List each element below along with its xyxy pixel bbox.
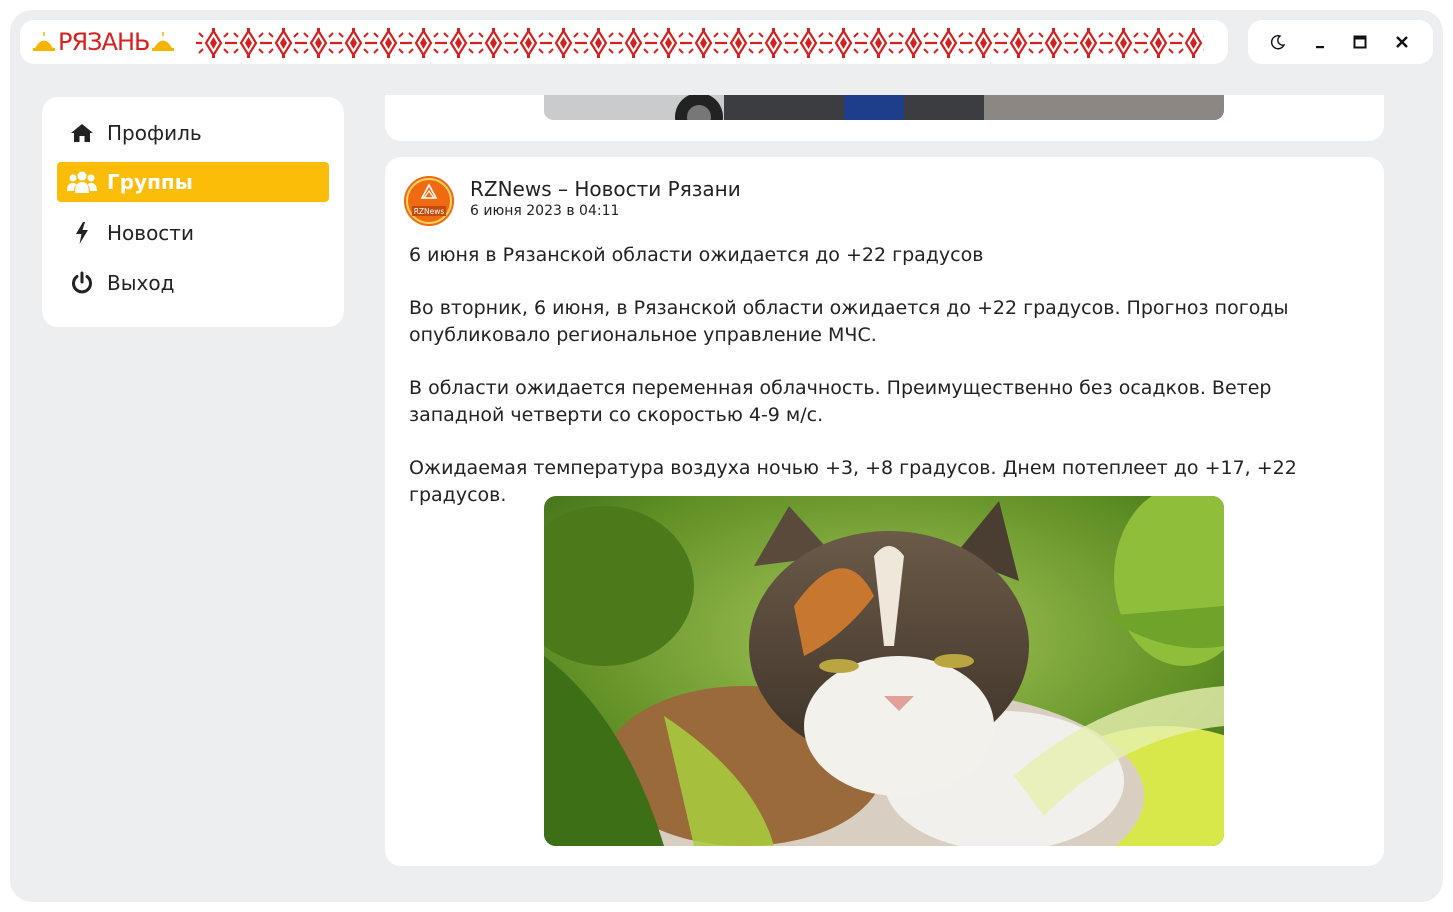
moon-icon: [1270, 35, 1286, 50]
title-bar: РЯЗАНЬ: [20, 20, 1228, 64]
previous-post-photo[interactable]: [544, 95, 1224, 120]
previous-post-card: [385, 95, 1384, 141]
sidebar-item-label: Профиль: [107, 121, 202, 145]
theme-toggle-button[interactable]: [1258, 20, 1298, 64]
photo-image: [544, 95, 1224, 120]
sidebar-item-news[interactable]: Новости: [57, 213, 329, 253]
users-icon: [67, 171, 97, 193]
window-controls: [1248, 20, 1433, 64]
maximize-icon: [1353, 35, 1367, 49]
app-logo: РЯЗАНЬ: [32, 28, 175, 56]
sidebar-item-label: Новости: [107, 221, 194, 245]
sidebar-item-groups[interactable]: Группы: [57, 162, 329, 202]
app-window: РЯЗАНЬ Профиль Группы Новости Выход RZNe…: [10, 10, 1443, 902]
bolt-icon: [76, 222, 88, 244]
dome-icon: [33, 32, 55, 51]
close-icon: [1396, 36, 1408, 48]
avatar-logo-text: RZNews: [414, 207, 445, 216]
sidebar-item-label: Группы: [107, 170, 193, 194]
sidebar-item-logout[interactable]: Выход: [57, 263, 329, 303]
post-author[interactable]: RZNews – Новости Рязани: [470, 177, 741, 201]
post-photo[interactable]: [544, 496, 1224, 846]
sidebar-item-label: Выход: [107, 271, 175, 295]
post-paragraph: В области ожидается переменная облачност…: [409, 377, 1272, 426]
post-date: 6 июня 2023 в 04:11: [470, 203, 620, 219]
power-icon: [72, 271, 92, 294]
cat-photo-image: [544, 496, 1224, 846]
minimize-button[interactable]: [1300, 20, 1340, 64]
sidebar-item-profile[interactable]: Профиль: [57, 113, 329, 153]
dome-icon: [152, 32, 175, 51]
avatar[interactable]: RZNews: [404, 176, 454, 226]
maximize-button[interactable]: [1340, 20, 1380, 64]
home-icon: [71, 124, 93, 142]
post-card: RZNews RZNews – Новости Рязани 6 июня 20…: [385, 157, 1384, 866]
ornament-border: [196, 28, 1204, 58]
post-title: 6 июня в Рязанской области ожидается до …: [409, 244, 984, 266]
close-button[interactable]: [1382, 20, 1422, 64]
logo-text: РЯЗАНЬ: [58, 28, 150, 56]
sidebar: Профиль Группы Новости Выход: [42, 97, 344, 327]
minimize-icon: [1316, 46, 1324, 49]
post-body: 6 июня в Рязанской области ожидается до …: [409, 242, 1369, 535]
post-paragraph: Во вторник, 6 июня, в Рязанской области …: [409, 297, 1289, 346]
